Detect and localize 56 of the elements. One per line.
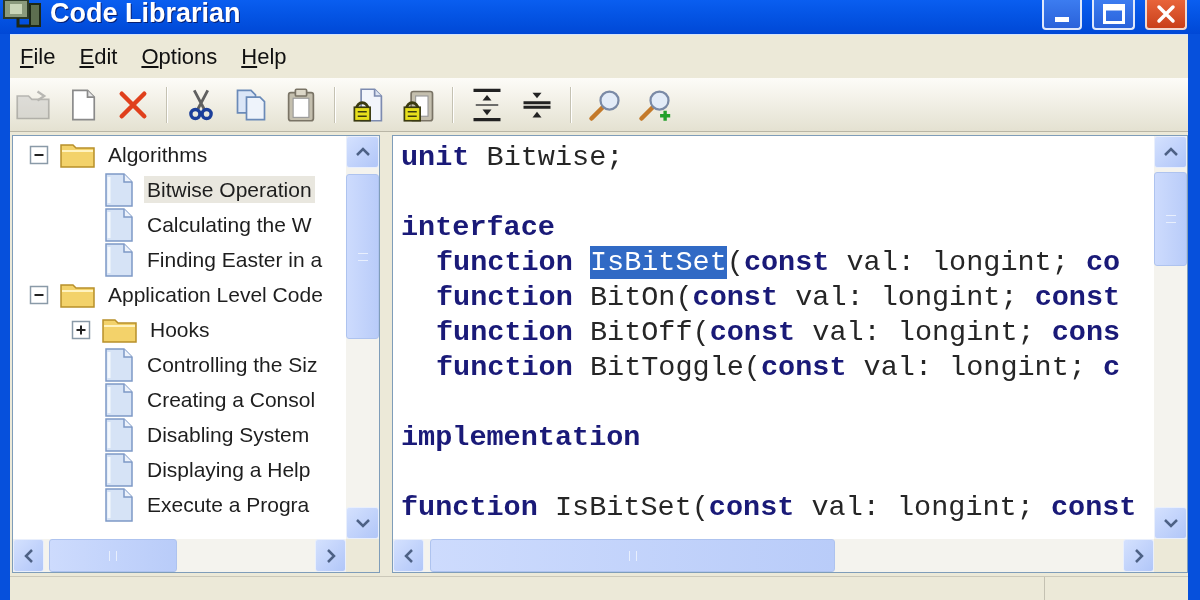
document-icon xyxy=(103,382,134,417)
code-line: unit Bitwise; xyxy=(401,140,624,175)
menu-item[interactable]: File xyxy=(14,40,62,73)
code-line: function IsBitSet(const val: longint; co xyxy=(436,245,1121,280)
scroll-down-button[interactable] xyxy=(1154,507,1187,539)
scroll-left-button[interactable] xyxy=(393,539,424,572)
scrollbar-corner xyxy=(346,539,379,572)
document-icon xyxy=(103,417,134,452)
app-icon xyxy=(0,0,44,28)
code-line: function BitOff(const val: longint; cons xyxy=(436,315,1121,350)
chevron-left-icon xyxy=(402,547,415,564)
maximize-icon xyxy=(1102,4,1125,24)
menu-item[interactable]: Options xyxy=(135,40,224,73)
minimize-icon xyxy=(1055,17,1069,22)
minus-box-icon[interactable] xyxy=(29,284,49,305)
scrollbar-thumb[interactable] xyxy=(49,539,177,572)
chevron-right-icon xyxy=(324,547,337,564)
menu-item[interactable]: Edit xyxy=(73,40,124,73)
chevron-down-icon xyxy=(1162,517,1179,529)
folder-icon xyxy=(102,316,137,343)
scroll-left-button[interactable] xyxy=(13,539,44,572)
scrollbar-thumb[interactable] xyxy=(430,539,835,572)
window-title: Code Librarian xyxy=(50,0,241,27)
code-line: interface xyxy=(401,210,555,245)
plus-box-icon[interactable] xyxy=(71,319,91,340)
scrollbar-thumb[interactable] xyxy=(1154,172,1187,266)
document-icon xyxy=(103,452,134,487)
chevron-down-icon xyxy=(354,517,371,529)
code-line: function BitOn(const val: longint; const xyxy=(436,280,1121,315)
scroll-right-button[interactable] xyxy=(315,539,346,572)
code-line: implementation xyxy=(401,420,641,455)
document-icon xyxy=(103,207,134,242)
document-icon xyxy=(103,487,134,522)
scroll-up-button[interactable] xyxy=(1154,136,1187,168)
chevron-up-icon xyxy=(1162,146,1179,158)
document-icon xyxy=(103,347,134,382)
document-icon xyxy=(103,172,134,207)
maximize-button[interactable] xyxy=(1092,0,1135,30)
chevron-up-icon xyxy=(354,146,371,158)
code-line: function BitToggle(const val: longint; c xyxy=(436,350,1121,385)
scrollbar-thumb[interactable] xyxy=(346,174,379,339)
scroll-right-button[interactable] xyxy=(1123,539,1154,572)
tree-item[interactable]: Bitwise Operation xyxy=(144,176,315,203)
close-icon xyxy=(1156,4,1176,24)
menu-item[interactable]: Help xyxy=(235,40,293,73)
folder-icon xyxy=(60,281,95,308)
scroll-up-button[interactable] xyxy=(346,136,379,168)
scroll-down-button[interactable] xyxy=(346,507,379,539)
code-line: function IsBitSet(const val: longint; const xyxy=(401,490,1137,525)
document-icon xyxy=(103,242,134,277)
chevron-left-icon xyxy=(22,547,35,564)
folder-icon xyxy=(60,141,95,168)
chevron-right-icon xyxy=(1132,547,1145,564)
minimize-button[interactable] xyxy=(1042,0,1082,30)
minus-box-icon[interactable] xyxy=(29,144,49,165)
close-button[interactable] xyxy=(1145,0,1187,30)
